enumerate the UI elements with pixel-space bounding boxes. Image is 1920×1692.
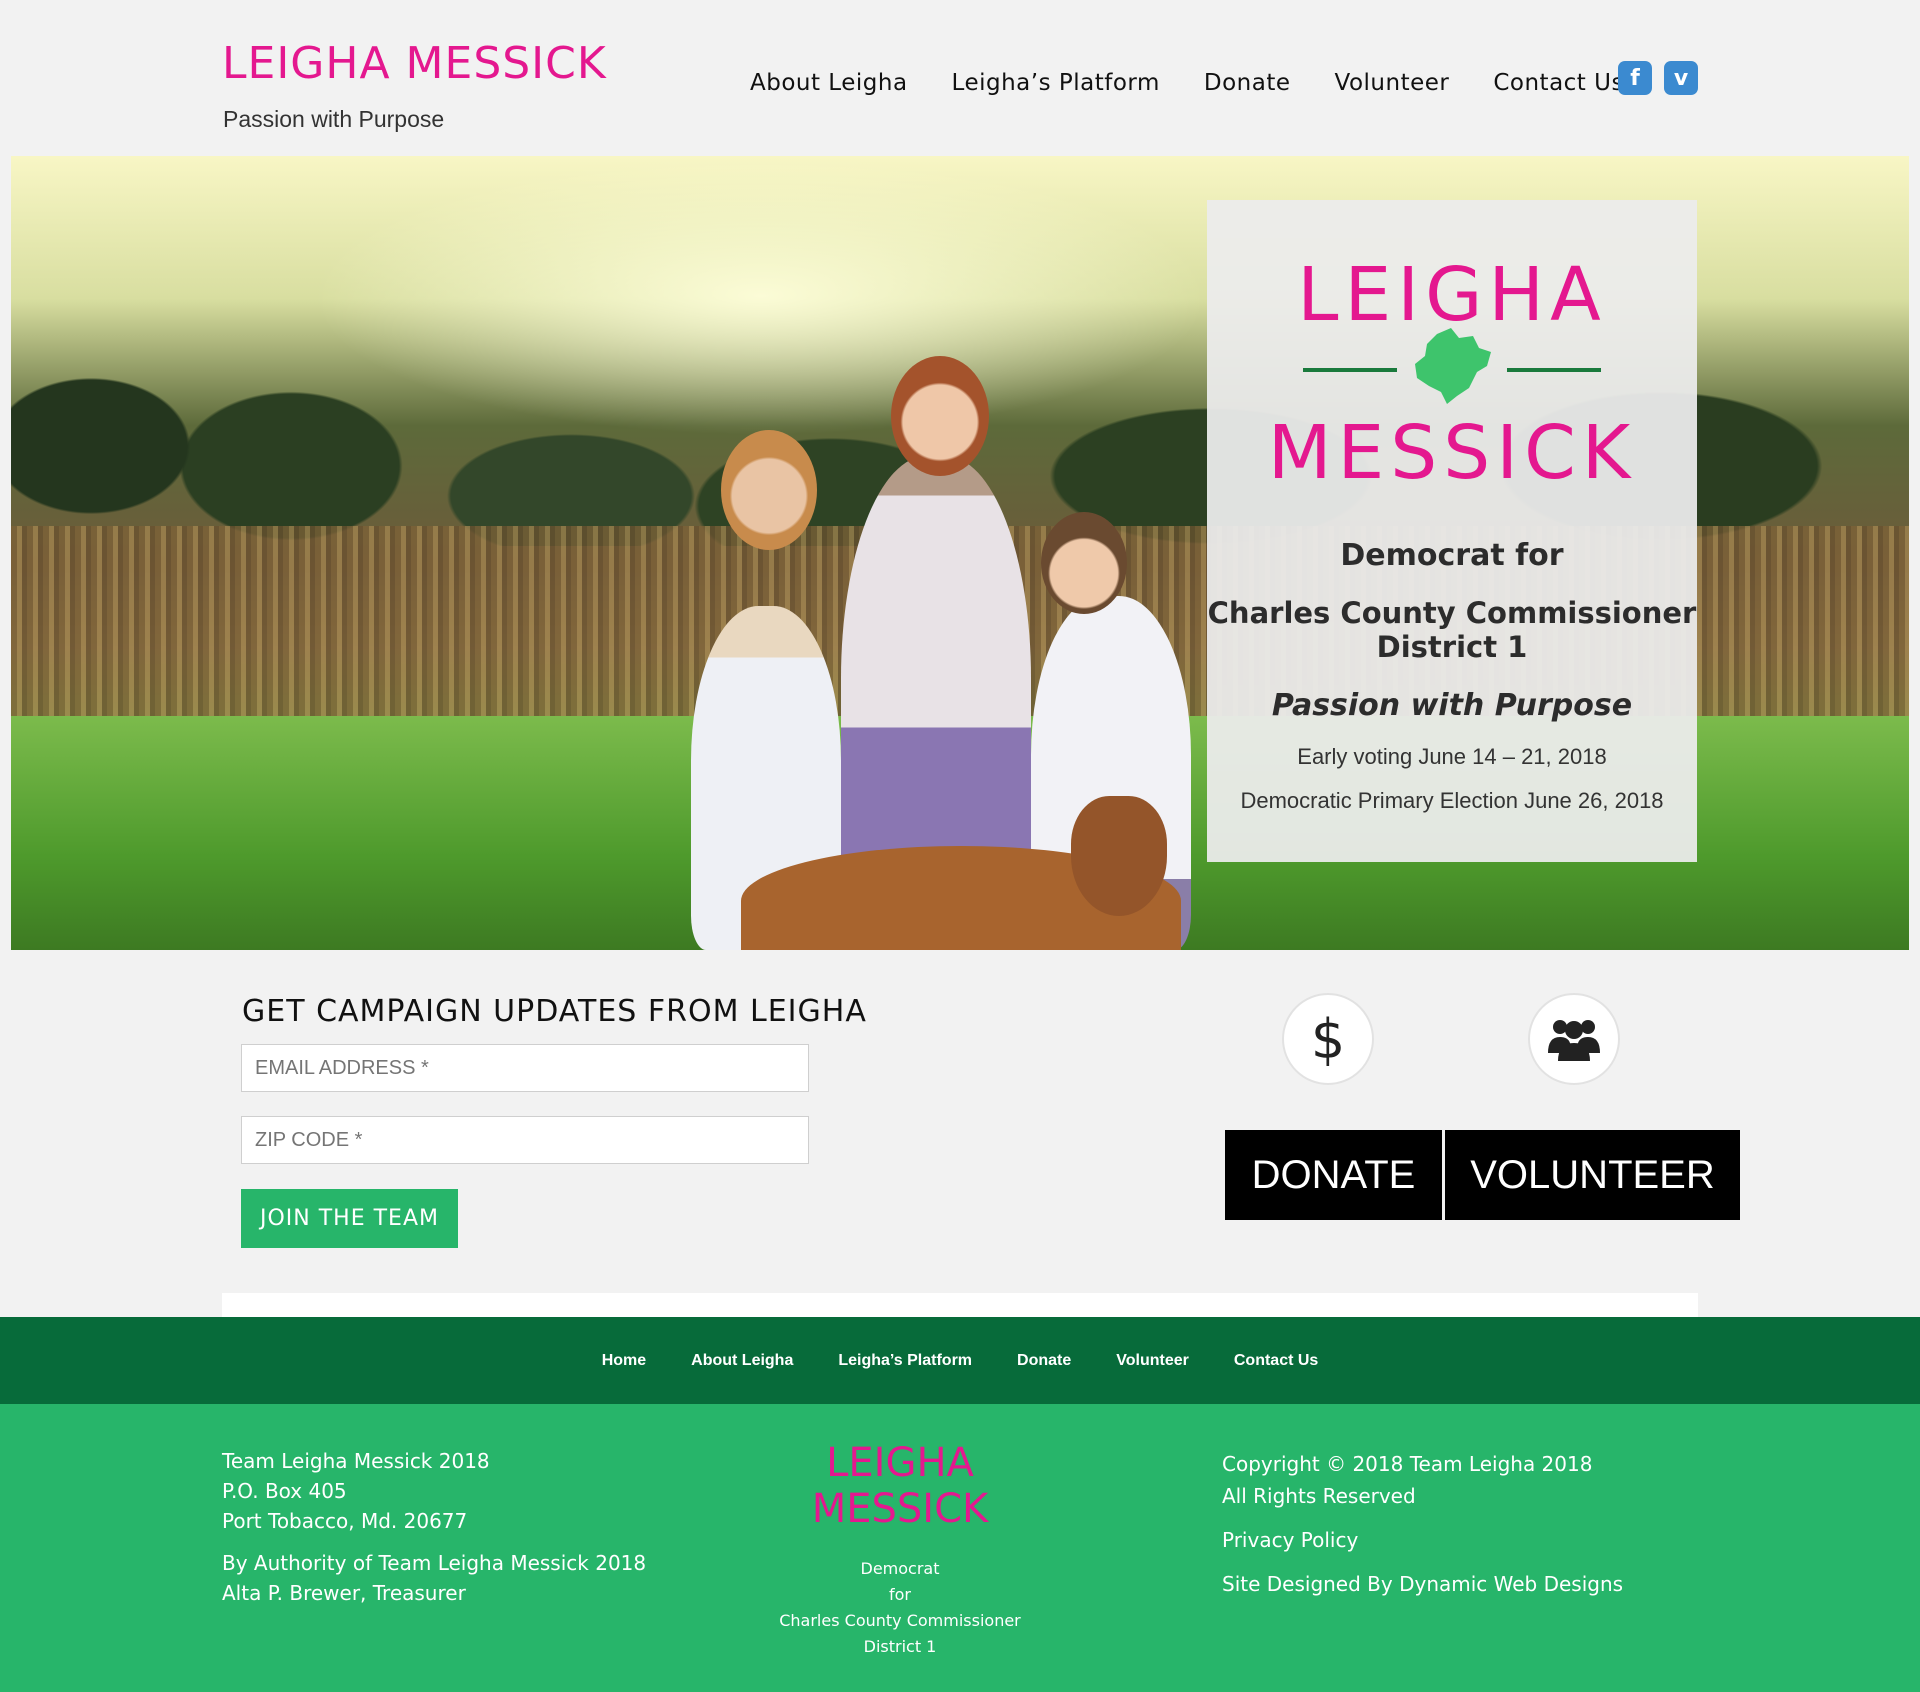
card-early-voting: Early voting June 14 – 21, 2018 xyxy=(1297,744,1607,769)
donate-button[interactable]: DONATE xyxy=(1225,1130,1442,1220)
footer-nav-home[interactable]: Home xyxy=(602,1352,646,1370)
card-logo-divider-right xyxy=(1507,368,1601,372)
card-logo-last-name: MESSICK xyxy=(1267,410,1637,496)
designer-credit-link[interactable]: Site Designed By Dynamic Web Designs xyxy=(1222,1568,1623,1600)
group-icon[interactable] xyxy=(1528,993,1620,1085)
card-primary-date: Democratic Primary Election June 26, 201… xyxy=(1240,788,1664,813)
email-field[interactable] xyxy=(241,1044,809,1092)
footer-address-block: Team Leigha Messick 2018 P.O. Box 405 Po… xyxy=(222,1446,646,1608)
dollar-icon[interactable]: $ xyxy=(1282,993,1374,1085)
join-the-team-button[interactable]: JOIN THE TEAM xyxy=(241,1189,458,1248)
site-header: LEIGHA MESSICK Passion with Purpose Abou… xyxy=(0,0,1920,156)
hero-photo-boy-head xyxy=(1041,512,1127,614)
nav-about-leigha[interactable]: About Leigha xyxy=(750,70,908,96)
card-party-line: Democrat for xyxy=(1340,538,1564,573)
hero-photo-girl-head xyxy=(721,430,817,550)
signup-heading: GET CAMPAIGN UPDATES FROM LEIGHA xyxy=(242,994,867,1029)
site-footer: Team Leigha Messick 2018 P.O. Box 405 Po… xyxy=(0,1404,1920,1692)
county-map-icon xyxy=(1415,328,1491,404)
footer-copyright: Copyright © 2018 Team Leigha 2018 xyxy=(1222,1452,1593,1476)
nav-donate[interactable]: Donate xyxy=(1204,70,1291,96)
footer-authority-line: By Authority of Team Leigha Messick 2018 xyxy=(222,1551,647,1575)
card-logo-divider-left xyxy=(1303,368,1397,372)
hero-banner: LEIGHA MESSICK Democrat for Charles Coun… xyxy=(11,156,1909,950)
card-slogan: Passion with Purpose xyxy=(1271,688,1633,723)
hero-photo-candidate-head xyxy=(891,356,989,476)
nav-contact-us[interactable]: Contact Us xyxy=(1493,70,1624,96)
footer-address-line: Team Leigha Messick 2018 xyxy=(222,1449,490,1473)
footer-nav-leighas-platform[interactable]: Leigha’s Platform xyxy=(838,1352,972,1370)
footer-office-line: Charles County Commissioner xyxy=(779,1611,1021,1630)
footer-address-line: P.O. Box 405 xyxy=(222,1479,347,1503)
main-nav: About Leigha Leigha’s Platform Donate Vo… xyxy=(750,70,1624,96)
footer-nav-about-leigha[interactable]: About Leigha xyxy=(691,1352,793,1370)
footer-address-line: Port Tobacco, Md. 20677 xyxy=(222,1509,468,1533)
site-tagline: Passion with Purpose xyxy=(223,106,445,132)
content-divider xyxy=(222,1293,1698,1317)
footer-treasurer-line: Alta P. Brewer, Treasurer xyxy=(222,1581,466,1605)
footer-office-line: Democrat xyxy=(860,1559,940,1578)
footer-logo-last-name: MESSICK xyxy=(811,1486,989,1532)
zip-code-field[interactable] xyxy=(241,1116,809,1164)
footer-logo-first-name: LEIGHA xyxy=(826,1440,974,1486)
card-office-district: District 1 xyxy=(1376,630,1528,664)
group-icon-glyph xyxy=(1548,1020,1600,1061)
footer-office-block: Democrat for Charles County Commissioner… xyxy=(700,1556,1100,1660)
volunteer-button[interactable]: VOLUNTEER xyxy=(1445,1130,1740,1220)
vimeo-icon[interactable]: v xyxy=(1664,61,1698,95)
footer-office-line: District 1 xyxy=(863,1637,937,1656)
footer-rights: All Rights Reserved xyxy=(1222,1484,1416,1508)
campaign-info-card: LEIGHA MESSICK Democrat for Charles Coun… xyxy=(1207,200,1697,862)
nav-volunteer[interactable]: Volunteer xyxy=(1335,70,1450,96)
footer-nav-volunteer[interactable]: Volunteer xyxy=(1116,1352,1189,1370)
footer-nav: Home About Leigha Leigha’s Platform Dona… xyxy=(0,1317,1920,1404)
footer-legal-block: Copyright © 2018 Team Leigha 2018 All Ri… xyxy=(1222,1448,1623,1600)
facebook-icon[interactable]: f xyxy=(1618,61,1652,95)
footer-nav-contact-us[interactable]: Contact Us xyxy=(1234,1352,1318,1370)
footer-nav-donate[interactable]: Donate xyxy=(1017,1352,1071,1370)
footer-office-line: for xyxy=(889,1585,911,1604)
privacy-policy-link[interactable]: Privacy Policy xyxy=(1222,1524,1623,1556)
card-office: Charles County Commissioner District 1 xyxy=(1207,596,1697,664)
site-logo-text[interactable]: LEIGHA MESSICK xyxy=(222,38,607,89)
card-office-title: Charles County Commissioner xyxy=(1207,596,1697,630)
hero-photo-dog-head xyxy=(1071,796,1167,916)
nav-leighas-platform[interactable]: Leigha’s Platform xyxy=(952,70,1160,96)
